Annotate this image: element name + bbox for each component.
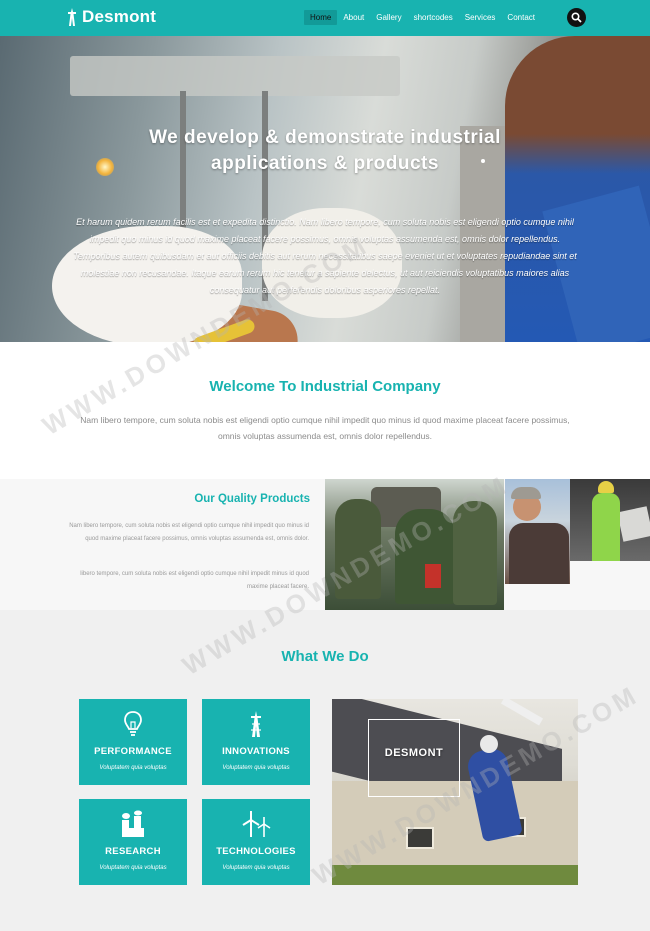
search-button[interactable]: [567, 8, 586, 27]
nav-contact[interactable]: Contact: [501, 10, 541, 25]
card-subtitle: Voluptatem quia voluptas: [99, 865, 167, 871]
card-title: INNOVATIONS: [222, 746, 290, 757]
photo-shape: [425, 564, 441, 588]
photo-shape: [332, 865, 578, 885]
photo-shape: [480, 735, 498, 753]
what-we-do-title: What We Do: [281, 648, 369, 665]
photo-shape: [592, 493, 620, 561]
photo-shape: [453, 501, 497, 605]
logo-text: Desmont: [82, 7, 157, 26]
hero-text: Et harum quidem rerum facilis est et exp…: [73, 217, 577, 295]
card-research[interactable]: RESEARCH Voluptatem quia voluptas: [79, 799, 187, 885]
welcome-section: Welcome To Industrial Company Nam libero…: [0, 342, 650, 479]
photo-shape: [509, 523, 569, 584]
hero-machine: [70, 56, 400, 96]
card-title: TECHNOLOGIES: [216, 846, 296, 857]
solar-worker-photo: [570, 479, 650, 561]
quality-section: Our Quality Products Nam libero tempore,…: [0, 479, 650, 610]
welcome-text: Nam libero tempore, cum soluta nobis est…: [80, 415, 570, 441]
tower-logo-icon: [68, 8, 76, 26]
main-nav: Home About Gallery shortcodes Services C…: [304, 10, 541, 25]
hero-banner: We develop & demonstrate industrial appl…: [0, 36, 650, 342]
nav-about[interactable]: About: [337, 10, 370, 25]
feature-label: DESMONT: [384, 747, 444, 759]
card-subtitle: Voluptatem quia voluptas: [222, 865, 290, 871]
what-we-do-section: What We Do PERFORMANCE Voluptatem quia v…: [0, 610, 650, 931]
hero-title: We develop & demonstrate industrial appl…: [0, 125, 650, 177]
engineer-photo: [505, 479, 570, 584]
card-title: PERFORMANCE: [94, 746, 172, 757]
hero-title-line2: applications & products: [211, 153, 439, 174]
hero-title-line1: We develop & demonstrate industrial: [149, 127, 501, 148]
card-performance[interactable]: PERFORMANCE Voluptatem quia voluptas: [79, 699, 187, 785]
soldiers-photo: [325, 479, 504, 610]
tower-icon: [251, 711, 261, 737]
wind-turbine-icon: [242, 811, 271, 837]
welcome-title: Welcome To Industrial Company: [209, 378, 441, 395]
nav-gallery[interactable]: Gallery: [370, 10, 407, 25]
logo[interactable]: Desmont: [66, 7, 156, 27]
quality-paragraph: Nam libero tempore, cum soluta nobis est…: [69, 523, 309, 542]
nav-home[interactable]: Home: [304, 10, 338, 25]
nav-shortcodes[interactable]: shortcodes: [408, 10, 459, 25]
photo-shape: [335, 499, 381, 599]
photo-shape: [598, 481, 614, 493]
photo-shape: [500, 699, 544, 726]
photo-shape: [511, 487, 541, 499]
factory-icon: [122, 810, 144, 837]
photo-shape: [406, 827, 434, 849]
photo-shape: [617, 506, 650, 542]
photo-shape: [395, 509, 455, 604]
search-icon: [571, 12, 582, 23]
card-subtitle: Voluptatem quia voluptas: [99, 765, 167, 771]
feature-photo[interactable]: DESMONT: [332, 699, 578, 885]
site-header: Desmont Home About Gallery shortcodes Se…: [0, 0, 650, 36]
nav-services[interactable]: Services: [459, 10, 502, 25]
lightbulb-icon: [124, 711, 142, 736]
card-technologies[interactable]: TECHNOLOGIES Voluptatem quia voluptas: [202, 799, 310, 885]
slider-dot[interactable]: [481, 159, 485, 163]
quality-paragraph: libero tempore, cum soluta nobis est eli…: [80, 571, 309, 590]
card-innovations[interactable]: INNOVATIONS Voluptatem quia voluptas: [202, 699, 310, 785]
card-subtitle: Voluptatem quia voluptas: [222, 765, 290, 771]
card-title: RESEARCH: [105, 846, 161, 857]
quality-title: Our Quality Products: [194, 493, 310, 505]
